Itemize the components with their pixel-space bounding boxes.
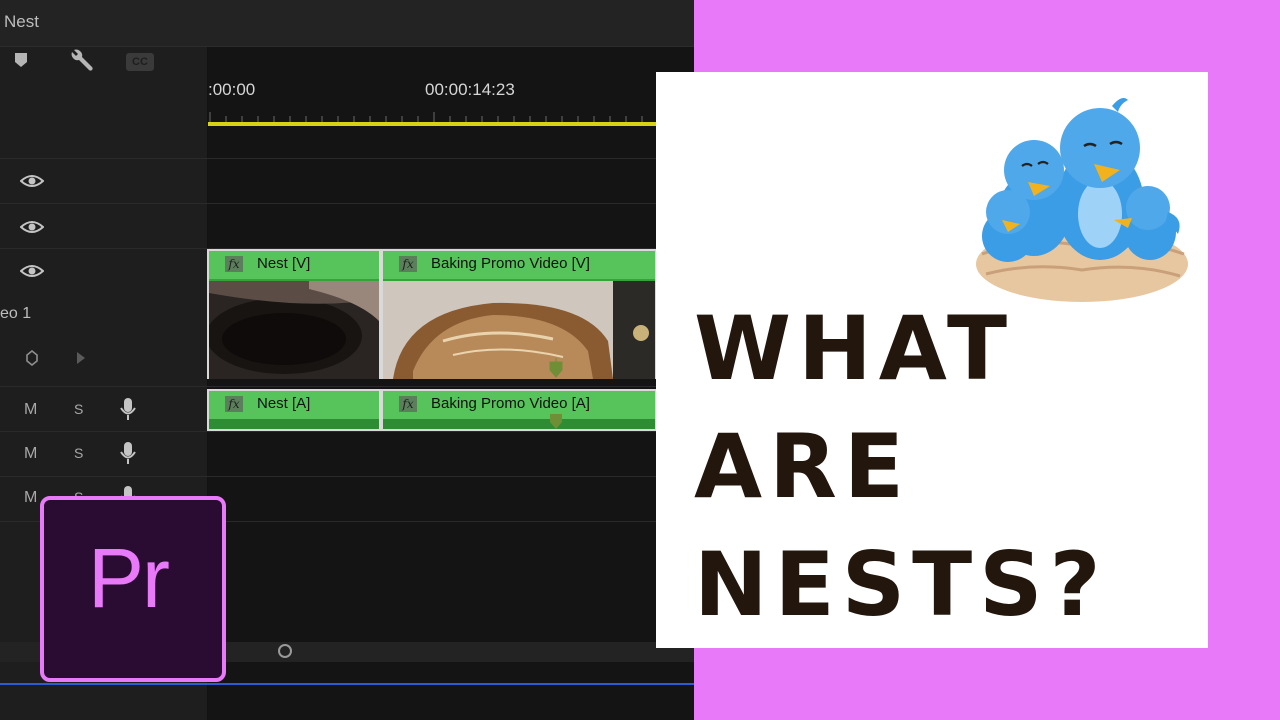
next-keyframe-icon[interactable]	[76, 351, 86, 365]
track-row-a2: M S	[0, 431, 694, 476]
title-card: WHAT ARE NESTS?	[656, 72, 1208, 648]
wrench-icon[interactable]	[66, 48, 94, 76]
ruler-timecode-start: :00:00	[208, 80, 256, 99]
fx-badge: fx	[225, 396, 243, 412]
track-row-v3	[0, 158, 694, 203]
eye-icon[interactable]	[20, 264, 44, 278]
clip-name: Nest [V]	[257, 255, 311, 272]
logo-text: Pr	[88, 531, 170, 625]
clip-nest-video[interactable]: fx Nest [V]	[207, 249, 381, 379]
zoom-handle[interactable]	[278, 644, 292, 658]
clip-name: Baking Promo Video [V]	[431, 255, 590, 272]
marker-icon[interactable]	[14, 52, 28, 68]
keyframe-marker-icon[interactable]	[549, 358, 563, 378]
sequence-tab-title[interactable]: Nest	[4, 12, 39, 32]
keyframe-marker-icon[interactable]	[549, 410, 563, 430]
headline-line-1: WHAT	[694, 297, 1015, 400]
clip-header: fx Baking Promo Video [V]	[383, 251, 655, 279]
work-area-bar[interactable]	[208, 122, 656, 126]
microphone-icon[interactable]	[120, 397, 136, 421]
clip-thumbnail	[383, 281, 655, 379]
ruler-timecode-mid: 00:00:14:23	[425, 80, 515, 99]
mute-button[interactable]: M	[24, 401, 37, 419]
bird-nest-illustration-icon	[976, 98, 1188, 302]
solo-button[interactable]: S	[74, 401, 83, 417]
mute-button[interactable]: M	[24, 445, 37, 463]
clip-thumbnail	[209, 281, 379, 379]
fx-badge: fx	[399, 256, 417, 272]
closed-captions-icon[interactable]: CC	[126, 53, 154, 71]
microphone-icon[interactable]	[120, 441, 136, 465]
headline-line-2: ARE	[694, 415, 911, 518]
eye-icon[interactable]	[20, 220, 44, 234]
panel-focus-line	[0, 683, 694, 685]
eye-icon[interactable]	[20, 174, 44, 188]
keyframe-icon[interactable]	[26, 350, 38, 366]
time-ruler[interactable]	[208, 112, 656, 122]
clip-baking-promo-video[interactable]: fx Baking Promo Video [V]	[381, 249, 657, 379]
track-row-v2	[0, 203, 694, 248]
clip-header: fx Nest [V]	[209, 251, 379, 279]
clip-name: Nest [A]	[257, 395, 311, 412]
track-label-video-1: eo 1	[0, 305, 32, 322]
panel-header: Nest	[0, 0, 694, 47]
mute-button[interactable]: M	[24, 489, 37, 507]
fx-badge: fx	[399, 396, 417, 412]
fx-badge: fx	[225, 256, 243, 272]
premiere-pro-logo: Pr	[40, 496, 226, 682]
clip-baking-promo-audio[interactable]: fx Baking Promo Video [A]	[381, 389, 657, 431]
clip-nest-audio[interactable]: fx Nest [A]	[207, 389, 381, 431]
clip-name: Baking Promo Video [A]	[431, 395, 590, 412]
headline-line-3: NESTS?	[694, 533, 1108, 636]
clip-header: fx Nest [A]	[209, 391, 379, 419]
solo-button[interactable]: S	[74, 445, 83, 461]
clip-header: fx Baking Promo Video [A]	[383, 391, 655, 419]
headline: WHAT ARE NESTS?	[694, 290, 1108, 644]
